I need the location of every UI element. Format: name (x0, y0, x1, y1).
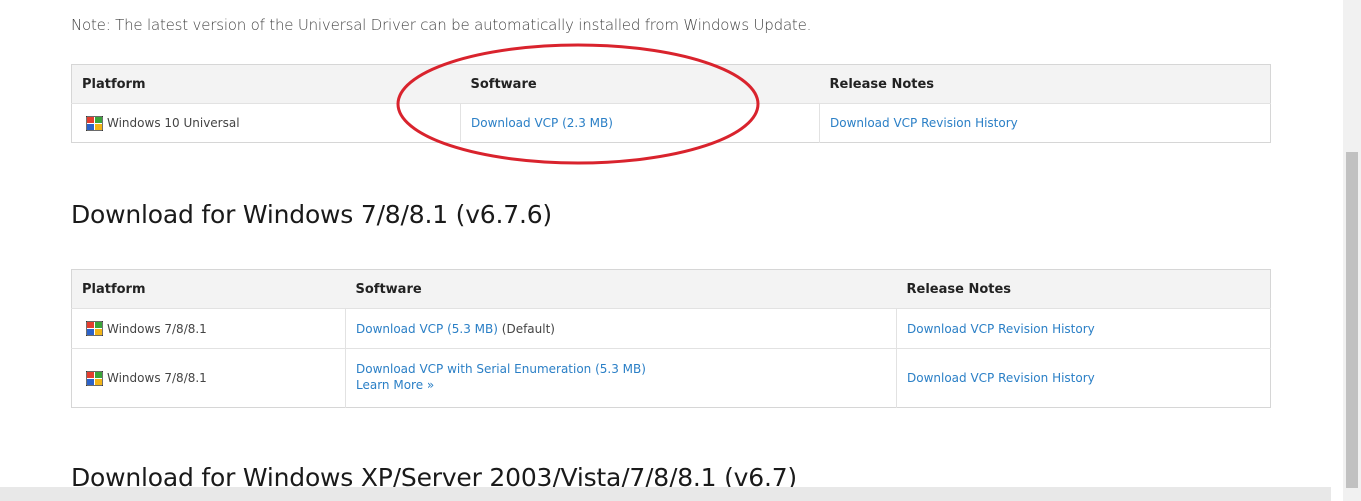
download-vcp-link[interactable]: Download VCP (2.3 MB) (471, 116, 613, 130)
windows-logo-icon (85, 320, 104, 337)
windows-logo-icon (85, 369, 104, 387)
revision-history-link[interactable]: Download VCP Revision History (907, 322, 1095, 336)
platform-header: Platform (71, 64, 461, 104)
release-notes-cell: Download VCP Revision History (819, 103, 1271, 143)
horizontal-scrollbar[interactable] (0, 487, 1331, 501)
learn-more-link[interactable]: Learn More » (356, 378, 434, 392)
platform-label: Windows 7/8/8.1 (107, 321, 207, 336)
platform-cell: Windows 7/8/8.1 (71, 348, 346, 408)
table-row: Windows 7/8/8.1 Download VCP with Serial… (71, 348, 1271, 408)
table-row: Windows 10 Universal Download VCP (2.3 M… (71, 103, 1271, 143)
software-cell: Download VCP with Serial Enumeration (5.… (345, 348, 897, 408)
platform-cell: Windows 7/8/8.1 (71, 308, 346, 349)
software-cell: Download VCP (2.3 MB) (460, 103, 820, 143)
release-notes-cell: Download VCP Revision History (896, 348, 1271, 408)
release-notes-header: Release Notes (819, 64, 1271, 104)
software-cell: Download VCP (5.3 MB) (Default) (345, 308, 897, 349)
download-vcp-link[interactable]: Download VCP (5.3 MB) (356, 322, 498, 336)
table-header-row: Platform Software Release Notes (71, 269, 1271, 309)
windows-logo-icon (85, 114, 104, 132)
vertical-scrollbar[interactable] (1343, 0, 1361, 501)
windows-update-note: Note: The latest version of the Universa… (71, 16, 812, 34)
revision-history-link[interactable]: Download VCP Revision History (907, 371, 1095, 385)
section-title-win7: Download for Windows 7/8/8.1 (v6.7.6) (71, 200, 552, 229)
release-notes-header: Release Notes (896, 269, 1271, 309)
platform-cell: Windows 10 Universal (71, 103, 461, 143)
platform-header: Platform (71, 269, 346, 309)
software-header: Software (460, 64, 820, 104)
table-header-row: Platform Software Release Notes (71, 64, 1271, 104)
download-vcp-serial-link[interactable]: Download VCP with Serial Enumeration (5.… (356, 362, 646, 376)
scrollbar-thumb[interactable] (1346, 152, 1358, 488)
platform-label: Windows 10 Universal (107, 116, 240, 130)
windows10-download-table: Platform Software Release Notes Windows … (71, 64, 1271, 143)
platform-label: Windows 7/8/8.1 (107, 371, 207, 385)
windows7-download-table: Platform Software Release Notes Windows … (71, 269, 1271, 408)
revision-history-link[interactable]: Download VCP Revision History (830, 116, 1018, 130)
release-notes-cell: Download VCP Revision History (896, 308, 1271, 349)
software-header: Software (345, 269, 897, 309)
default-label: (Default) (497, 321, 555, 336)
table-row: Windows 7/8/8.1 Download VCP (5.3 MB) (D… (71, 308, 1271, 349)
